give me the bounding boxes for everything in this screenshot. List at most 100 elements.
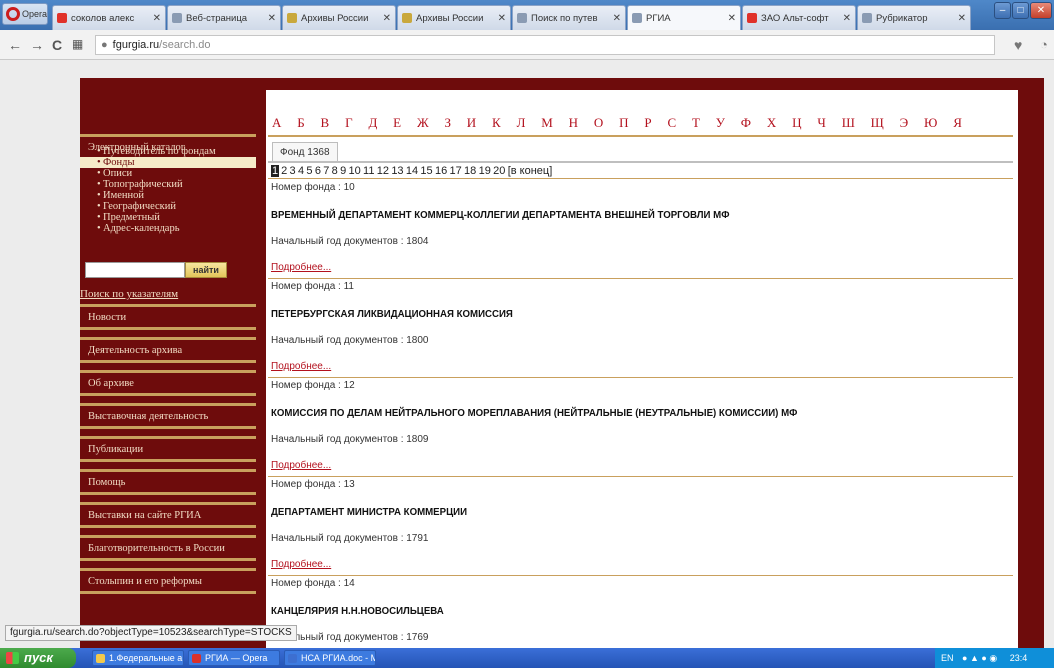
pagination-link[interactable]: 12 (377, 165, 389, 177)
pagination-to-end[interactable]: [в конец] (508, 165, 553, 177)
sidebar-search-input[interactable] (85, 262, 185, 278)
details-link[interactable]: Подробнее... (271, 262, 331, 273)
pagination-link[interactable]: 11 (363, 165, 374, 177)
pagination-link[interactable]: 18 (464, 165, 476, 177)
index-search-link[interactable]: Поиск по указателям (80, 286, 256, 304)
sidebar-item-catalog[interactable]: • Топографический (80, 179, 256, 190)
start-button[interactable]: пуск (0, 648, 76, 668)
search-button[interactable]: найти (185, 262, 227, 278)
sidebar-menu-item[interactable]: Публикации (80, 436, 256, 464)
navigation-bar: ← → C ▦ ● fgurgia.ru/search.do ♥ ◔ (0, 30, 1054, 60)
pagination-link[interactable]: 5 (306, 165, 312, 177)
pagination-link[interactable]: 4 (298, 165, 304, 177)
details-link[interactable]: Подробнее... (271, 559, 331, 570)
taskbar-item[interactable]: 1.Федеральные арх... (92, 650, 184, 666)
close-tab-icon[interactable]: ✕ (613, 13, 621, 24)
browser-tab[interactable]: соколов алекс ✕ (52, 5, 166, 30)
pagination-link[interactable]: 10 (349, 165, 361, 177)
browser-tab[interactable]: Рубрикатор ✕ (857, 5, 971, 30)
sidebar-item-catalog[interactable]: • Географический (80, 201, 256, 212)
browser-tab[interactable]: ЗАО Альт-софт ✕ (742, 5, 856, 30)
alphabet-index[interactable]: А Б В Г Д Е Ж З И К Л М Н О П Р С Т У Ф … (272, 115, 968, 131)
divider (268, 278, 1013, 279)
pagination-link[interactable]: 19 (479, 165, 491, 177)
sidebar-menu-label: Деятельность архива (88, 345, 183, 356)
pagination-link[interactable]: 2 (281, 165, 287, 177)
tab-fund[interactable]: Фонд 1368 (272, 142, 338, 162)
divider (268, 476, 1013, 477)
close-window-icon[interactable]: ✕ (1030, 2, 1052, 19)
tray-language[interactable]: EN (941, 653, 954, 663)
taskbar-item[interactable]: РГИА — Opera (188, 650, 280, 666)
divider (80, 436, 256, 439)
pagination-link[interactable]: 6 (315, 165, 321, 177)
reload-icon[interactable]: C (52, 37, 62, 53)
fund-number: Номер фонда : 12 (271, 380, 355, 391)
heart-icon[interactable]: ♥ (1014, 37, 1022, 53)
divider (80, 426, 256, 429)
taskbar-item-label: 1.Федеральные арх... (109, 653, 183, 663)
taskbar-item[interactable]: НСА РГИА.doc - Micr... (284, 650, 376, 666)
sidebar-item-catalog[interactable]: • Путеводитель по фондам (80, 146, 256, 157)
address-bar[interactable]: ● fgurgia.ru/search.do (95, 35, 995, 55)
sidebar-item-catalog[interactable]: • Адрес-календарь (80, 223, 256, 234)
taskbar-item-label: РГИА — Opera (205, 653, 268, 663)
sidebar-menu-item[interactable]: Помощь (80, 469, 256, 497)
pagination-link[interactable]: 14 (406, 165, 418, 177)
minimize-icon[interactable]: – (994, 2, 1011, 19)
windows-flag-icon (6, 652, 19, 664)
close-tab-icon[interactable]: ✕ (498, 13, 506, 24)
site-info-icon[interactable]: ● (101, 39, 108, 51)
sidebar-item-catalog[interactable]: • Описи (80, 168, 256, 179)
pagination-link[interactable]: 9 (340, 165, 346, 177)
pagination-link[interactable]: 15 (420, 165, 432, 177)
divider (268, 178, 1013, 179)
close-tab-icon[interactable]: ✕ (383, 13, 391, 24)
browser-tab[interactable]: Архивы России ✕ (282, 5, 396, 30)
close-tab-icon[interactable]: ✕ (153, 13, 161, 24)
yandex-icon (747, 13, 757, 23)
close-tab-icon[interactable]: ✕ (728, 13, 736, 24)
browser-tab[interactable]: Архивы России ✕ (397, 5, 511, 30)
sidebar-menu-item[interactable]: Выставки на сайте РГИА (80, 502, 256, 530)
sidebar-menu-label: Об архиве (88, 378, 134, 389)
browser-tab[interactable]: Веб-страница ✕ (167, 5, 281, 30)
tab-title: Архивы России (416, 12, 484, 24)
speedometer-icon[interactable]: ◔ (1040, 37, 1048, 52)
pagination-link[interactable]: 8 (332, 165, 338, 177)
app-icon (192, 654, 201, 663)
browser-tab[interactable]: РГИА ✕ (627, 5, 741, 30)
sidebar-item-catalog[interactable]: • Именной (80, 190, 256, 201)
sidebar-menu-item[interactable]: Деятельность архива (80, 337, 256, 365)
main-content: А Б В Г Д Е Ж З И К Л М Н О П Р С Т У Ф … (266, 90, 1018, 648)
sidebar-item-catalog[interactable]: • Фонды (80, 157, 256, 168)
maximize-icon[interactable]: □ (1012, 2, 1029, 19)
sidebar-menu-item[interactable]: Новости (80, 304, 256, 332)
details-link[interactable]: Подробнее... (271, 361, 331, 372)
pagination-link[interactable]: 13 (391, 165, 403, 177)
fund-start-year: Начальный год документов : 1809 (271, 434, 429, 445)
browser-tab[interactable]: Поиск по путев ✕ (512, 5, 626, 30)
opera-menu-button[interactable]: Opera (2, 3, 48, 25)
pagination-link[interactable]: 7 (323, 165, 329, 177)
sidebar-menu-item[interactable]: Выставочная деятельность (80, 403, 256, 431)
divider (268, 377, 1013, 378)
close-tab-icon[interactable]: ✕ (843, 13, 851, 24)
sidebar-menu-item[interactable]: Столыпин и его реформы (80, 568, 256, 596)
back-icon[interactable]: ← (8, 37, 22, 53)
close-tab-icon[interactable]: ✕ (958, 13, 966, 24)
sidebar-item-label: Адрес-календарь (103, 223, 180, 234)
forward-icon[interactable]: → (30, 37, 44, 53)
sidebar-menu-item[interactable]: Об архиве (80, 370, 256, 398)
details-link[interactable]: Подробнее... (271, 460, 331, 471)
address-host: fgurgia.ru (112, 39, 160, 51)
yandex-icon (57, 13, 67, 23)
sidebar-menu-item[interactable]: Благотворительность в России (80, 535, 256, 563)
pagination-link[interactable]: 20 (493, 165, 505, 177)
speed-dial-icon[interactable]: ▦ (72, 37, 83, 51)
close-tab-icon[interactable]: ✕ (268, 13, 276, 24)
sidebar-item-catalog[interactable]: • Предметный (80, 212, 256, 223)
pagination-link[interactable]: 17 (450, 165, 462, 177)
pagination-link[interactable]: 16 (435, 165, 447, 177)
pagination-link[interactable]: 3 (290, 165, 296, 177)
